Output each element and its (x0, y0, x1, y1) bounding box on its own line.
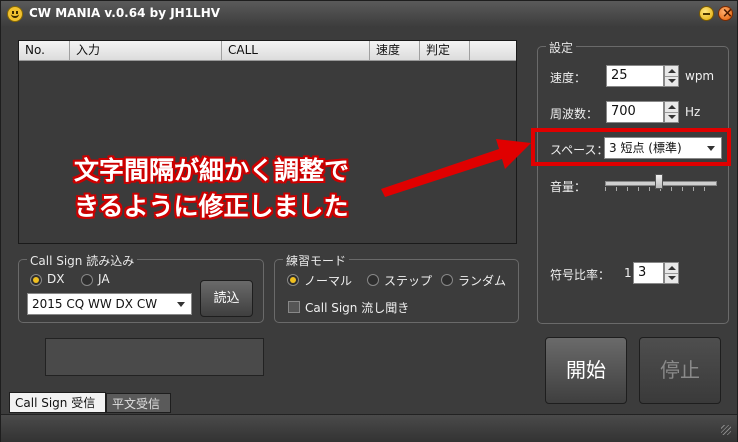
title-bar[interactable]: CW MANIA v.0.64 by JH1LHV (1, 1, 737, 27)
speed-stepper[interactable] (664, 65, 679, 87)
column-empty (470, 41, 516, 60)
practice-group-legend: 練習モード (283, 252, 350, 269)
status-bar (1, 414, 737, 442)
minimize-button[interactable] (699, 6, 714, 21)
list-header: No. 入力 CALL 速度 判定 (19, 41, 516, 61)
radio-dx[interactable] (30, 274, 42, 286)
resize-grip-icon[interactable] (721, 425, 731, 435)
speed-label: 速度： (550, 71, 587, 85)
tab-bar: Call Sign 受信 平文受信 (9, 392, 731, 413)
arrow-down-icon (668, 276, 676, 280)
stepper-divider (665, 76, 678, 77)
app-window: CW MANIA v.0.64 by JH1LHV No. 入力 CALL 速度… (0, 0, 738, 442)
annotation-arrow-icon (381, 139, 531, 197)
annotation-highlight-box (531, 128, 731, 166)
column-no[interactable]: No. (19, 41, 70, 60)
frequency-stepper[interactable] (664, 101, 679, 123)
radio-random-label[interactable]: ランダム (458, 272, 506, 289)
ratio-left-value: 1 (624, 266, 632, 280)
ratio-input[interactable]: 3 (633, 262, 664, 284)
ratio-stepper[interactable] (664, 262, 679, 284)
annotation-callout: 文字間隔が細かく調整で きるように修正しました (74, 153, 349, 225)
column-speed[interactable]: 速度 (370, 41, 420, 60)
arrow-up-icon (668, 69, 676, 73)
volume-label: 音量： (550, 180, 587, 194)
window-title: CW MANIA v.0.64 by JH1LHV (29, 6, 221, 20)
settings-legend: 設定 (546, 39, 577, 56)
radio-normal[interactable] (287, 274, 299, 286)
listen-checkbox-label[interactable]: Call Sign 流し聞き (305, 299, 409, 316)
radio-random[interactable] (441, 274, 453, 286)
contest-select-value: 2015 CQ WW DX CW (32, 297, 158, 311)
frequency-unit: Hz (685, 105, 701, 119)
chevron-down-icon (177, 302, 185, 307)
arrow-up-icon (668, 266, 676, 270)
frequency-input[interactable]: 700 (606, 101, 664, 123)
arrow-up-icon (668, 105, 676, 109)
column-call[interactable]: CALL (222, 41, 370, 60)
tab-plaintext-receive[interactable]: 平文受信 (106, 393, 171, 413)
arrow-down-icon (668, 115, 676, 119)
tab-callsign-receive[interactable]: Call Sign 受信 (9, 392, 106, 413)
frequency-label: 周波数： (550, 107, 599, 121)
radio-normal-label[interactable]: ノーマル (304, 272, 352, 289)
listen-checkbox[interactable] (288, 301, 300, 313)
radio-ja-label[interactable]: JA (98, 272, 110, 286)
speed-unit: wpm (685, 69, 715, 83)
column-input[interactable]: 入力 (70, 41, 222, 60)
ratio-label: 符号比率： (550, 268, 611, 282)
callsign-group-legend: Call Sign 読み込み (27, 252, 138, 269)
callsign-display-box (45, 338, 264, 376)
radio-ja[interactable] (81, 274, 93, 286)
radio-step-label[interactable]: ステップ (384, 272, 432, 289)
annotation-line-2: きるように修正しました (74, 192, 349, 221)
smiley-app-icon (7, 6, 23, 22)
load-button[interactable]: 読込 (200, 280, 253, 317)
contest-select[interactable]: 2015 CQ WW DX CW (27, 293, 192, 315)
radio-step[interactable] (367, 274, 379, 286)
column-judge[interactable]: 判定 (420, 41, 470, 60)
volume-slider-thumb[interactable] (655, 174, 663, 189)
radio-dx-label[interactable]: DX (47, 272, 64, 286)
speed-input[interactable]: 25 (606, 65, 664, 87)
stepper-divider (665, 273, 678, 274)
annotation-line-1: 文字間隔が細かく調整で (74, 156, 350, 185)
stepper-divider (665, 112, 678, 113)
close-button[interactable] (718, 6, 733, 21)
arrow-down-icon (668, 79, 676, 83)
